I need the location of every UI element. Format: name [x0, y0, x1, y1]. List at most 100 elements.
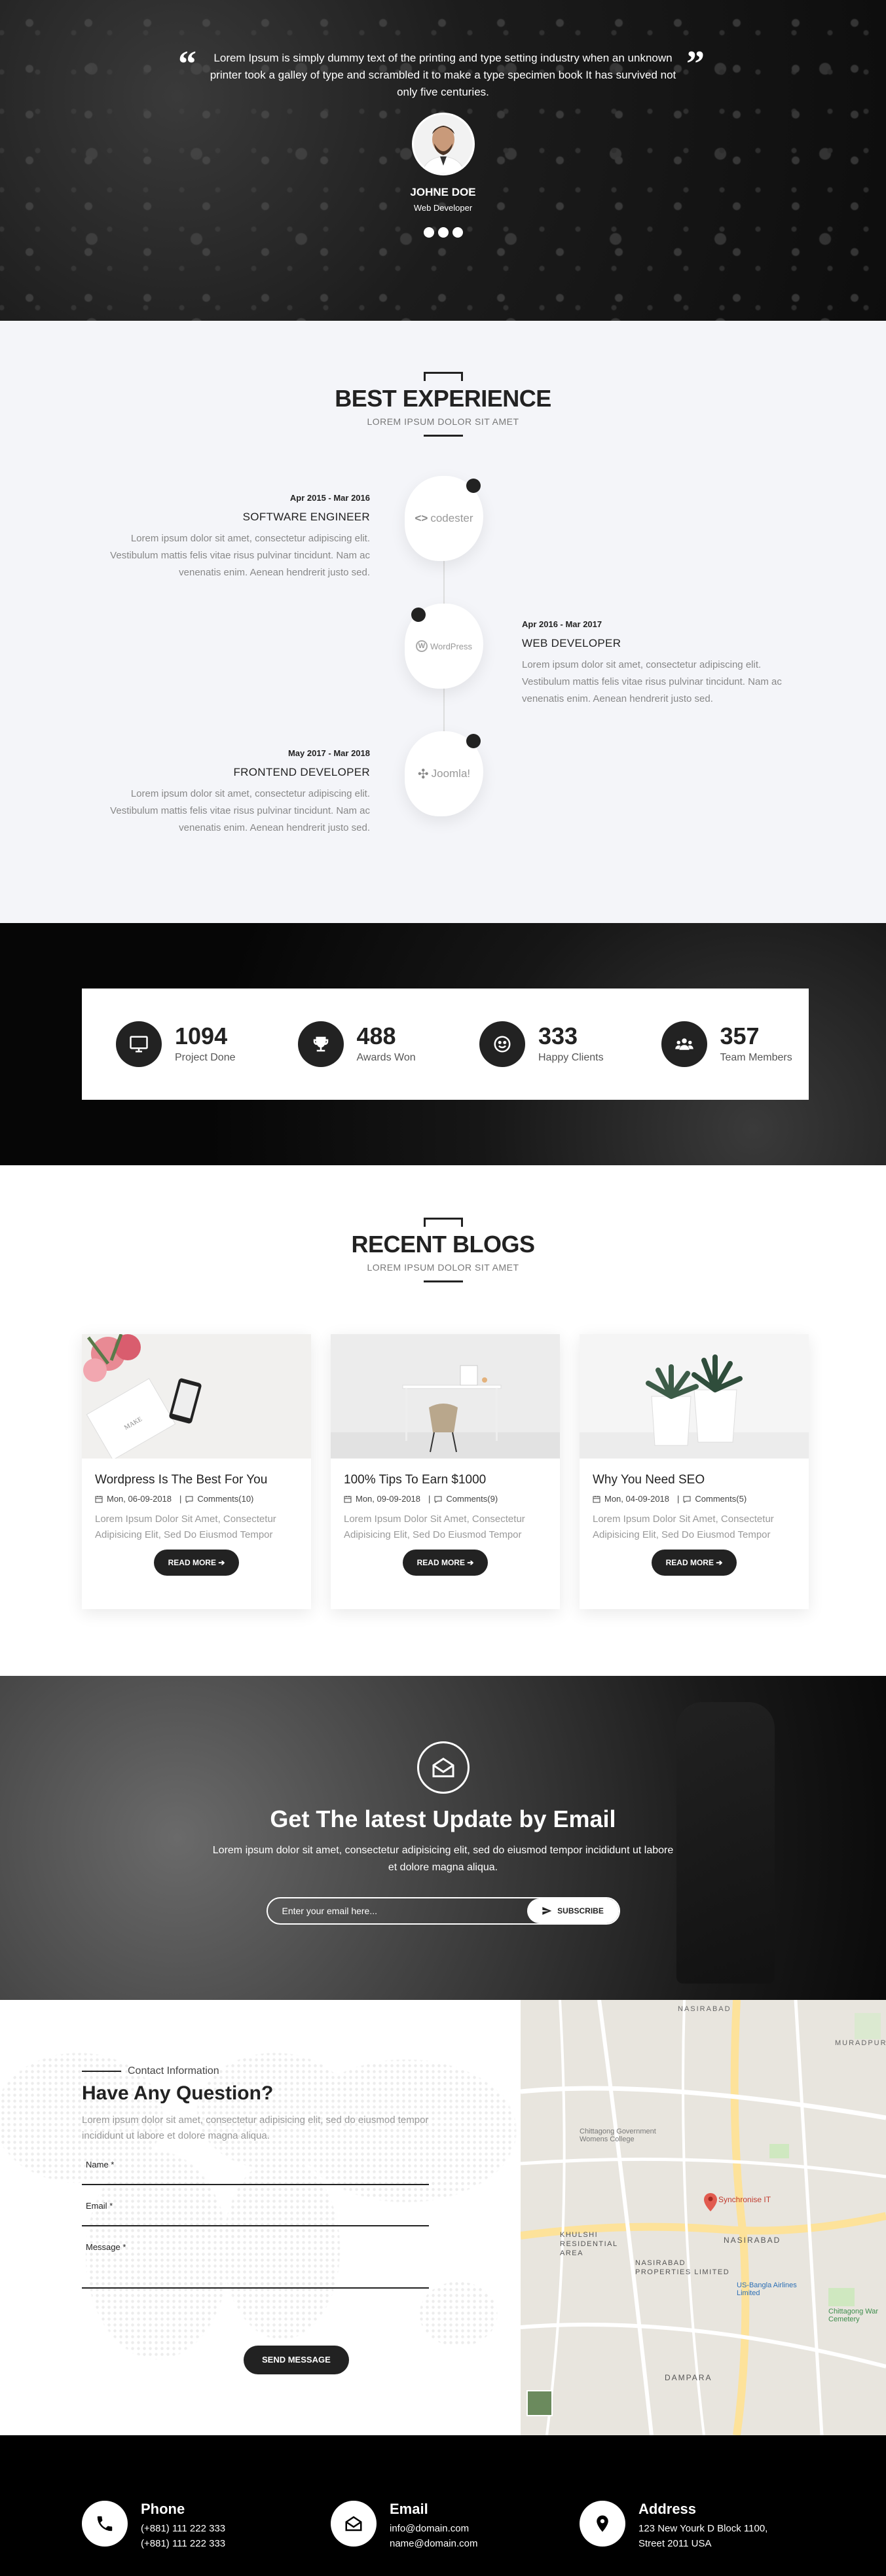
- comment-icon: [434, 1496, 442, 1503]
- blog-card: 100% Tips To Earn $1000 Mon, 09-09-2018 …: [331, 1334, 560, 1609]
- map-label: US-Bangla Airlines Limited: [737, 2281, 797, 2297]
- blog-meta: Mon, 06-09-2018 | Comments(10): [95, 1494, 298, 1504]
- blog-title[interactable]: Wordpress Is The Best For You: [95, 1473, 298, 1487]
- send-icon: [542, 1907, 552, 1915]
- message-field[interactable]: [82, 2252, 429, 2289]
- counter-label: Awards Won: [356, 1052, 416, 1063]
- map-label: Chittagong Government Womens College: [580, 2128, 656, 2143]
- carousel-dot[interactable]: [452, 227, 463, 238]
- email-label: Email *: [86, 2201, 113, 2211]
- timeline-date: Apr 2016 - Mar 2017: [522, 619, 602, 629]
- testimonial-quote: Lorem Ipsum is simply dummy text of the …: [210, 52, 676, 98]
- footer-phone: Phone (+881) 111 222 333 (+881) 111 222 …: [82, 2501, 225, 2549]
- read-more-label: READ MORE: [168, 1558, 216, 1567]
- section-subtitle: LOREM IPSUM DOLOR SIT AMET: [367, 1262, 519, 1273]
- email-link[interactable]: info@domain.com: [390, 2523, 477, 2534]
- counter-projects: 1094 Project Done: [82, 1021, 264, 1067]
- blog-image[interactable]: MAKE: [82, 1334, 311, 1459]
- footer-title: Email: [390, 2501, 428, 2517]
- blog-comments[interactable]: Comments(10): [197, 1494, 253, 1504]
- email-field[interactable]: [82, 2211, 429, 2226]
- contact-title: Have Any Question?: [82, 2082, 274, 2104]
- message-label: Message *: [86, 2242, 126, 2252]
- calendar-icon: [95, 1495, 103, 1502]
- contact-description: Lorem ipsum dolor sit amet, consectetur …: [82, 2114, 429, 2141]
- name-label: Name *: [86, 2160, 115, 2169]
- comment-icon: [683, 1496, 691, 1503]
- timeline-title: WEB DEVELOPER: [522, 637, 621, 649]
- counter-awards: 488 Awards Won: [264, 1021, 446, 1067]
- testimonial-role: Web Developer: [413, 203, 473, 213]
- blog-date: Mon, 06-09-2018: [107, 1494, 172, 1504]
- map-label: NASIRABAD PROPERTIES LIMITED: [635, 2259, 730, 2276]
- counter-clients: 333 Happy Clients: [445, 1021, 627, 1067]
- carousel-dot[interactable]: [437, 227, 449, 238]
- blog-excerpt: Lorem Ipsum Dolor Sit Amet, Consectetur …: [95, 1514, 276, 1540]
- footer-title: Phone: [141, 2501, 185, 2517]
- send-message-button[interactable]: SEND MESSAGE: [244, 2346, 349, 2374]
- footer-title: Address: [638, 2501, 697, 2517]
- map-label: KHULSHI RESIDENTIAL AREA: [560, 2231, 618, 2257]
- counter-label: Project Done: [175, 1052, 236, 1063]
- name-field[interactable]: [82, 2169, 429, 2185]
- map-label: NASIRABAD: [724, 2236, 781, 2245]
- company-logo-text: WordPress: [430, 641, 473, 651]
- timeline-dot: [466, 479, 481, 493]
- counter-label: Happy Clients: [538, 1052, 604, 1063]
- timeline-date: May 2017 - Mar 2018: [287, 748, 370, 758]
- contact-panel: Contact Information Have Any Question? L…: [0, 2000, 521, 2435]
- comment-separator: |: [677, 1494, 680, 1504]
- section-title: BEST EXPERIENCE: [335, 385, 551, 412]
- blog-meta: Mon, 09-09-2018 | Comments(9): [344, 1494, 547, 1504]
- newsletter-title: Get The latest Update by Email: [270, 1805, 616, 1832]
- subscribe-button[interactable]: SUBSCRIBE: [526, 1898, 619, 1923]
- calendar-icon: [344, 1495, 352, 1502]
- monitor-icon: [116, 1021, 162, 1067]
- blog-image[interactable]: [331, 1334, 560, 1459]
- read-more-label: READ MORE: [665, 1558, 714, 1567]
- heading-underline: [423, 435, 463, 437]
- read-more-button[interactable]: READ MORE ➔: [651, 1550, 737, 1576]
- read-more-label: READ MORE: [416, 1558, 465, 1567]
- code-icon: <>: [415, 512, 428, 524]
- phone-number[interactable]: (+881) 111 222 333: [141, 2538, 225, 2549]
- counter-value: 488: [356, 1023, 396, 1049]
- blog-title[interactable]: Why You Need SEO: [593, 1473, 796, 1487]
- section-subtitle: LOREM IPSUM DOLOR SIT AMET: [367, 416, 519, 427]
- phone-number[interactable]: (+881) 111 222 333: [141, 2523, 225, 2534]
- heading-bracket: [423, 1218, 463, 1227]
- arrow-right-icon: ➔: [467, 1558, 474, 1567]
- timeline-dot: [411, 608, 426, 622]
- testimonial-section: “ ” Lorem Ipsum is simply dummy text of …: [0, 0, 886, 321]
- comment-separator: |: [179, 1494, 182, 1504]
- map[interactable]: NASIRABAD MURADPUR KHULSHI RESIDENTIAL A…: [521, 2000, 886, 2435]
- blog-image[interactable]: [580, 1334, 809, 1459]
- blog-comments[interactable]: Comments(9): [446, 1494, 498, 1504]
- map-label: Synchronise IT: [718, 2195, 771, 2204]
- arrow-right-icon: ➔: [218, 1558, 225, 1567]
- timeline: Apr 2015 - Mar 2016 SOFTWARE ENGINEER Lo…: [0, 476, 886, 869]
- subscribe-form: SUBSCRIBE: [266, 1897, 620, 1925]
- message-field-group: Message *: [82, 2242, 435, 2292]
- section-heading: BEST EXPERIENCE LOREM IPSUM DOLOR SIT AM…: [0, 372, 886, 437]
- email-input[interactable]: [267, 1898, 530, 1923]
- map-label: DAMPARA: [665, 2373, 712, 2382]
- read-more-button[interactable]: READ MORE ➔: [153, 1550, 240, 1576]
- counter-value: 1094: [175, 1023, 228, 1049]
- joomla-icon: ✣: [417, 767, 429, 782]
- quote-close-icon: ”: [686, 44, 705, 84]
- blog-title[interactable]: 100% Tips To Earn $1000: [344, 1473, 547, 1487]
- email-link[interactable]: name@domain.com: [390, 2538, 477, 2549]
- blog-comments[interactable]: Comments(5): [695, 1494, 747, 1504]
- counters-section: 1094 Project Done 488 Awards Won 333 Hap…: [0, 923, 886, 1165]
- blog-date: Mon, 04-09-2018: [604, 1494, 670, 1504]
- timeline-description: Lorem ipsum dolor sit amet, consectetur …: [522, 659, 782, 704]
- testimonial-name: JOHNE DOE: [410, 186, 476, 198]
- carousel-dots: [0, 227, 886, 238]
- carousel-dot[interactable]: [423, 227, 434, 238]
- blog-excerpt: Lorem Ipsum Dolor Sit Amet, Consectetur …: [344, 1514, 525, 1540]
- section-heading: RECENT BLOGS LOREM IPSUM DOLOR SIT AMET: [0, 1218, 886, 1282]
- avatar: [411, 113, 475, 175]
- read-more-button[interactable]: READ MORE ➔: [402, 1550, 489, 1576]
- comment-separator: |: [428, 1494, 431, 1504]
